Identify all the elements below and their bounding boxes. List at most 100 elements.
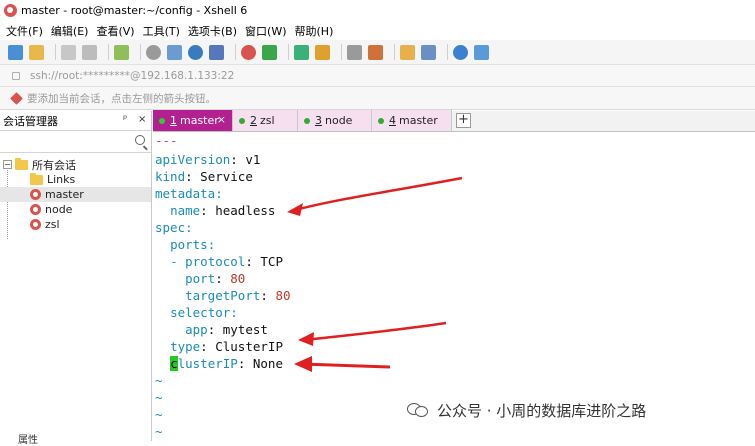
- search-icon[interactable]: [135, 135, 145, 145]
- bookmark-arrow-icon[interactable]: [10, 91, 23, 105]
- disconnect-icon[interactable]: [61, 44, 76, 60]
- layout-icon[interactable]: [421, 44, 436, 60]
- tab-label: node: [325, 114, 353, 127]
- connected-dot-icon: [304, 117, 310, 124]
- terminal-line: spec:: [155, 220, 193, 235]
- toolbar-divider: [394, 44, 395, 60]
- session-icon: [30, 189, 41, 200]
- menu-tools[interactable]: 工具(T): [143, 23, 180, 39]
- session-manager-panel: 会话管理器 ᵖ × − 所有会话 Links master node zsl 属…: [0, 111, 152, 446]
- connected-dot-icon: [159, 117, 165, 124]
- tree-item-node[interactable]: node: [0, 202, 151, 217]
- tab-number: 2: [250, 114, 257, 127]
- terminal-line: kind: Service: [155, 169, 253, 184]
- tree-item-label: Links: [47, 173, 76, 186]
- menu-tabs[interactable]: 选项卡(B): [188, 23, 237, 39]
- hint-text: 要添加当前会话，点击左侧的箭头按钮。: [27, 92, 216, 105]
- connected-dot-icon: [239, 117, 245, 124]
- address-text: ssh://root:*********@192.168.1.133:22: [30, 69, 235, 82]
- menu-view[interactable]: 查看(V): [96, 23, 134, 39]
- pin-panel-icon[interactable]: ᵖ: [123, 114, 127, 125]
- tab-number: 4: [389, 114, 396, 127]
- terminal-line: metadata:: [155, 186, 223, 201]
- terminal-line: apiVersion: v1: [155, 152, 261, 167]
- terminal-line: - protocol: TCP: [170, 254, 283, 269]
- tree-item-label: zsl: [45, 218, 60, 231]
- tab-4-master[interactable]: 4 master: [372, 110, 452, 131]
- keyboard-icon[interactable]: [347, 44, 362, 60]
- tab-label: master: [180, 114, 219, 127]
- menu-window[interactable]: 窗口(W): [245, 23, 286, 39]
- compose-icon[interactable]: [368, 44, 383, 60]
- globe-icon[interactable]: [188, 44, 203, 60]
- menu-bar: 文件(F) 编辑(E) 查看(V) 工具(T) 选项卡(B) 窗口(W) 帮助(…: [0, 21, 755, 40]
- toolbar-divider: [447, 44, 448, 60]
- session-manager-title: 会话管理器: [3, 114, 58, 128]
- tab-1-master[interactable]: 1 master ×: [153, 110, 233, 131]
- watermark-text: 公众号 · 小周的数据库进阶之路: [437, 401, 647, 420]
- session-search-input[interactable]: [0, 131, 151, 153]
- xshell-app-icon: [4, 4, 17, 17]
- add-tab-button[interactable]: +: [456, 113, 471, 128]
- tree-item-links[interactable]: Links: [0, 172, 151, 187]
- toolbar-divider: [55, 44, 56, 60]
- tree-root[interactable]: − 所有会话: [0, 157, 151, 172]
- menu-help[interactable]: 帮助(H): [295, 23, 334, 39]
- terminal-tilde: ~: [155, 424, 163, 439]
- lock-icon[interactable]: [315, 44, 330, 60]
- script-icon[interactable]: [400, 44, 415, 60]
- tree-root-label: 所有会话: [32, 158, 76, 172]
- terminal-line: ports:: [170, 237, 216, 252]
- toolbar-divider: [235, 44, 236, 60]
- toolbar-divider: [140, 44, 141, 60]
- new-session-icon[interactable]: [8, 44, 23, 60]
- tab-label: zsl: [260, 114, 275, 127]
- toolbar: [0, 40, 755, 65]
- tree-item-master[interactable]: master: [0, 187, 151, 202]
- terminal-tilde: ~: [155, 390, 163, 405]
- open-folder-icon[interactable]: [29, 44, 44, 60]
- terminal-line: name: headless: [170, 203, 276, 218]
- tab-number: 1: [170, 114, 177, 127]
- new-tab-icon[interactable]: [114, 44, 129, 60]
- xftp-icon[interactable]: [262, 44, 277, 60]
- folder-icon: [15, 157, 28, 170]
- hint-bar: 要添加当前会话，点击左侧的箭头按钮。: [0, 87, 755, 110]
- chat-icon[interactable]: [474, 44, 489, 60]
- collapse-icon[interactable]: −: [3, 160, 12, 169]
- folder-icon: [30, 172, 43, 185]
- session-icon: [30, 204, 41, 215]
- watermark: 公众号 · 小周的数据库进阶之路: [407, 398, 646, 422]
- menu-file[interactable]: 文件(F): [6, 23, 43, 39]
- toolbar-divider: [341, 44, 342, 60]
- title-bar: master - root@master:~/config - Xshell 6: [0, 0, 755, 21]
- tab-label: master: [399, 114, 438, 127]
- search-icon[interactable]: [146, 44, 161, 60]
- properties-label[interactable]: 属性: [0, 431, 151, 446]
- toolbar-divider: [108, 44, 109, 60]
- terminal-tilde: ~: [155, 407, 163, 422]
- toolbar-divider: [288, 44, 289, 60]
- terminal-line: port: 80: [185, 271, 246, 286]
- xshell-icon[interactable]: [241, 44, 256, 60]
- terminal-area[interactable]: --- apiVersion: v1 kind: Service metadat…: [153, 132, 755, 441]
- close-panel-icon[interactable]: ×: [138, 114, 146, 125]
- properties-icon[interactable]: [167, 44, 182, 60]
- reconnect-icon[interactable]: [82, 44, 97, 60]
- close-tab-icon[interactable]: ×: [217, 113, 226, 126]
- tab-number: 3: [315, 114, 322, 127]
- menu-edit[interactable]: 编辑(E): [51, 23, 89, 39]
- tab-3-node[interactable]: 3 node: [298, 110, 372, 131]
- help-icon[interactable]: [453, 44, 468, 60]
- lock-icon: [12, 71, 20, 80]
- tab-2-zsl[interactable]: 2 zsl: [233, 110, 298, 131]
- address-bar[interactable]: ssh://root:*********@192.168.1.133:22: [0, 65, 755, 87]
- tree-item-zsl[interactable]: zsl: [0, 217, 151, 232]
- tab-bar: 1 master × 2 zsl 3 node 4 master +: [153, 110, 755, 132]
- font-icon[interactable]: [209, 44, 224, 60]
- fullscreen-icon[interactable]: [294, 44, 309, 60]
- session-icon: [30, 219, 41, 230]
- session-manager-header: 会话管理器 ᵖ ×: [0, 111, 151, 131]
- terminal-line: app: mytest: [185, 322, 268, 337]
- connected-dot-icon: [378, 117, 384, 124]
